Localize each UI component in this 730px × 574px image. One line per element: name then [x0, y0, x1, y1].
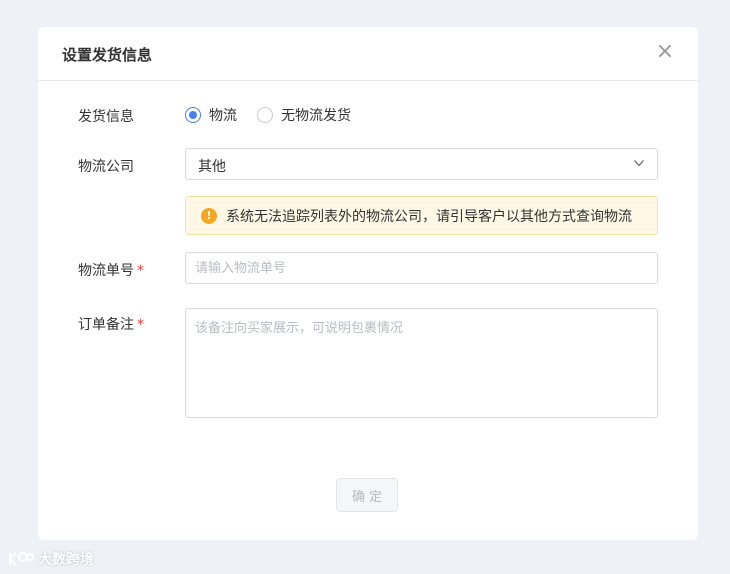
watermark: 大数跨境: [8, 549, 94, 569]
warning-icon: !: [201, 207, 217, 224]
notice-text: 系统无法追踪列表外的物流公司，请引导客户以其他方式查询物流: [226, 208, 632, 225]
watermark-text: 大数跨境: [38, 552, 94, 568]
order-remark-label: 订单备注 *: [78, 314, 144, 334]
radio-no-logistics-indicator[interactable]: [257, 107, 273, 123]
logistics-company-selected-value: 其他: [198, 159, 226, 175]
required-mark: *: [137, 317, 144, 333]
untracked-company-notice: ! 系统无法追踪列表外的物流公司，请引导客户以其他方式查询物流: [185, 196, 658, 235]
order-remark-label-text: 订单备注: [78, 317, 134, 333]
order-remark-textarea[interactable]: [185, 308, 658, 418]
radio-logistics[interactable]: 物流: [185, 105, 237, 125]
confirm-button[interactable]: 确定: [336, 478, 398, 512]
radio-no-logistics-label: 无物流发货: [281, 108, 351, 124]
dialog-title: 设置发货信息: [62, 46, 153, 64]
shipping-info-label: 发货信息: [78, 109, 134, 125]
tracking-number-label-text: 物流单号: [78, 263, 134, 279]
required-mark: *: [137, 263, 144, 279]
radio-logistics-label: 物流: [209, 108, 237, 124]
logistics-company-label: 物流公司: [78, 159, 134, 175]
tracking-number-input[interactable]: [185, 252, 658, 284]
shipping-method-radio-group: 物流 无物流发货: [185, 105, 371, 125]
chevron-down-icon: [634, 160, 644, 167]
tracking-number-label: 物流单号 *: [78, 260, 144, 280]
shipping-info-dialog: 设置发货信息 × 发货信息 物流 无物流发货 物流公司 其他 ! 系统无法追踪列…: [38, 27, 698, 540]
dialog-header: 设置发货信息 ×: [38, 27, 698, 81]
radio-no-logistics[interactable]: 无物流发货: [257, 105, 351, 125]
brand-logo-icon: [9, 552, 34, 566]
radio-logistics-indicator[interactable]: [185, 107, 201, 123]
close-icon[interactable]: ×: [652, 39, 678, 65]
logistics-company-select[interactable]: 其他: [185, 148, 658, 180]
